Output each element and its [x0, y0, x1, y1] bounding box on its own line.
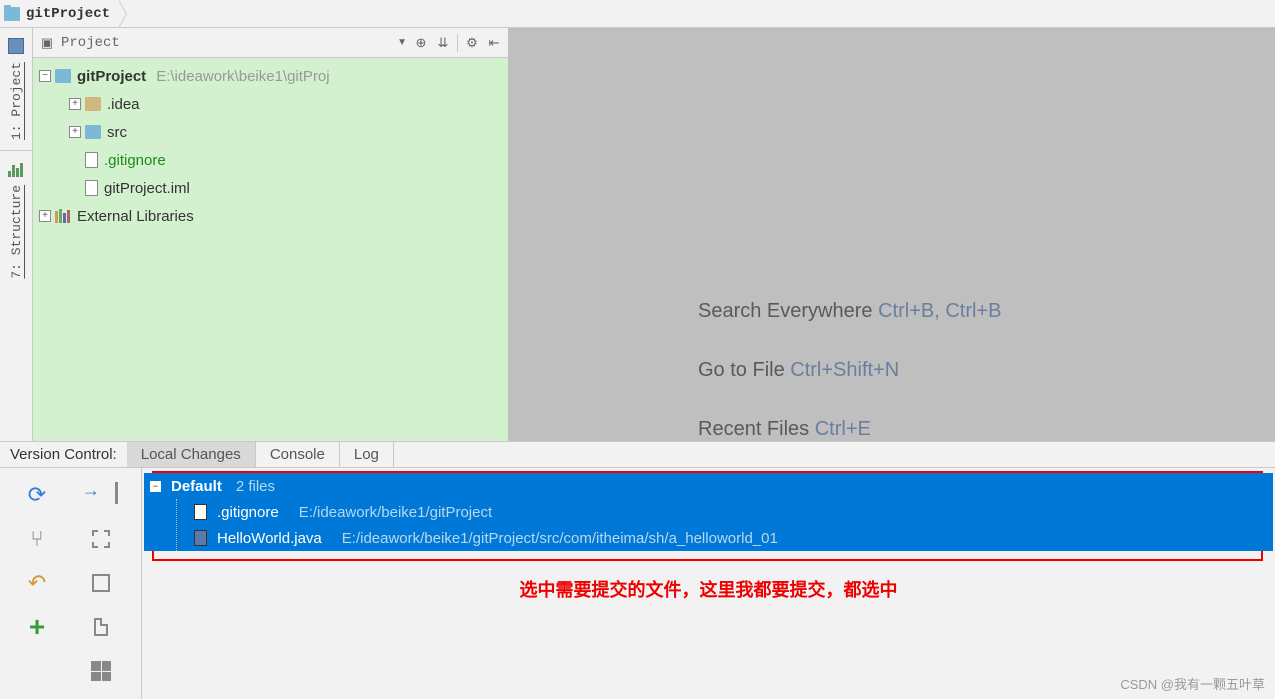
- tree-item-label: .gitignore: [104, 152, 166, 169]
- hint-recent: Recent Files Ctrl+E: [698, 418, 1275, 441]
- hint-keys: Ctrl+B, Ctrl+B: [878, 300, 1001, 322]
- changelist-file-name: HelloWorld.java: [217, 530, 322, 547]
- changelist-file-path: E:/ideawork/beike1/gitProject/src/com/it…: [342, 530, 778, 547]
- folder-icon: [4, 7, 20, 21]
- collapse-all-icon[interactable]: ⇊: [435, 35, 451, 51]
- tree-toggle-icon[interactable]: +: [69, 98, 81, 110]
- changelist-file-name: .gitignore: [217, 504, 279, 521]
- file-icon: [194, 504, 207, 520]
- changelist-name: Default: [171, 478, 222, 495]
- tree-item-label: gitProject.iml: [104, 180, 190, 197]
- tree-root-path: E:\ideawork\beike1\gitProj: [156, 68, 329, 85]
- tree-item-label: External Libraries: [77, 208, 194, 225]
- left-gutter: 1: Project 7: Structure: [0, 28, 33, 441]
- refresh-button[interactable]: ⟳: [8, 476, 66, 514]
- tree-item-iml[interactable]: gitProject.iml: [35, 174, 506, 202]
- version-control-tabs: Version Control: Local Changes Console L…: [0, 441, 1275, 468]
- group-button[interactable]: [72, 564, 130, 602]
- tree-toggle-icon[interactable]: −: [150, 481, 161, 492]
- divider: [457, 34, 458, 52]
- changelist-file-path: E:/ideawork/beike1/gitProject: [299, 504, 492, 521]
- breadcrumb: gitProject: [0, 0, 1275, 28]
- tree-item-label: src: [107, 124, 127, 141]
- hide-icon[interactable]: ⇤: [486, 35, 502, 51]
- shelve-button[interactable]: [72, 520, 130, 558]
- hint-label: Recent Files: [698, 418, 809, 440]
- vc-panel: ⟳ → ⑂ ↶ + − Default 2 files .gitignore E…: [0, 468, 1275, 699]
- gear-icon[interactable]: ⚙: [464, 35, 480, 51]
- tab-console[interactable]: Console: [256, 442, 340, 467]
- preview-button[interactable]: [72, 652, 130, 690]
- folder-icon: [55, 69, 71, 83]
- tree-toggle-icon[interactable]: −: [39, 70, 51, 82]
- java-file-icon: [194, 530, 207, 546]
- add-button[interactable]: +: [8, 608, 66, 646]
- project-view-icon: ▣: [39, 35, 55, 51]
- structure-tool-icon: [8, 161, 24, 177]
- tree-root-name: gitProject: [77, 68, 146, 85]
- hint-goto: Go to File Ctrl+Shift+N: [698, 359, 1275, 382]
- diff-button[interactable]: [72, 608, 130, 646]
- tree-item-src[interactable]: + src: [35, 118, 506, 146]
- watermark: CSDN @我有一颗五叶草: [1120, 674, 1265, 693]
- tree-guide: [176, 499, 177, 551]
- tree-root[interactable]: − gitProject E:\ideawork\beike1\gitProj: [35, 62, 506, 90]
- file-icon: [85, 180, 98, 196]
- hint-keys: Ctrl+Shift+N: [790, 359, 899, 381]
- project-tool-icon: [8, 38, 24, 54]
- project-panel: ▣ Project ▼ ⊕ ⇊ ⚙ ⇤ − gitProject E:\idea…: [33, 28, 508, 441]
- commit-button[interactable]: →: [72, 476, 130, 514]
- changes-area: − Default 2 files .gitignore E:/ideawork…: [142, 468, 1275, 699]
- changelist-count: 2 files: [236, 478, 275, 495]
- gutter-project-label: 1: Project: [9, 58, 24, 144]
- tree-item-idea[interactable]: + .idea: [35, 90, 506, 118]
- annotation-text: 选中需要提交的文件，这里我都要提交，都选中: [142, 576, 1275, 602]
- gutter-project[interactable]: 1: Project: [8, 28, 24, 150]
- hint-search: Search Everywhere Ctrl+B, Ctrl+B: [698, 300, 1275, 323]
- revert-button[interactable]: ↶: [8, 564, 66, 602]
- tree-item-label: .idea: [107, 96, 140, 113]
- tab-log[interactable]: Log: [340, 442, 394, 467]
- tree-toggle-icon[interactable]: +: [39, 210, 51, 222]
- hint-label: Search Everywhere: [698, 300, 873, 322]
- main-area: 1: Project 7: Structure ▣ Project ▼ ⊕ ⇊ …: [0, 28, 1275, 441]
- project-tree[interactable]: − gitProject E:\ideawork\beike1\gitProj …: [33, 58, 508, 234]
- vc-toolbar: ⟳ → ⑂ ↶ +: [0, 468, 142, 699]
- file-icon: [85, 152, 98, 168]
- view-dropdown-icon[interactable]: ▼: [397, 37, 407, 48]
- tree-toggle-icon[interactable]: +: [69, 126, 81, 138]
- library-icon: [55, 209, 71, 223]
- tree-external-libs[interactable]: + External Libraries: [35, 202, 506, 230]
- changelist[interactable]: − Default 2 files .gitignore E:/ideawork…: [144, 473, 1273, 551]
- gutter-structure-label: 7: Structure: [9, 181, 24, 283]
- locate-icon[interactable]: ⊕: [413, 35, 429, 51]
- tab-local-changes[interactable]: Local Changes: [127, 442, 256, 467]
- branch-button[interactable]: ⑂: [8, 520, 66, 558]
- gutter-structure[interactable]: 7: Structure: [8, 151, 24, 289]
- changelist-item[interactable]: HelloWorld.java E:/ideawork/beike1/gitPr…: [144, 525, 1273, 551]
- breadcrumb-item[interactable]: gitProject: [0, 0, 118, 27]
- hint-keys: Ctrl+E: [815, 418, 871, 440]
- folder-icon: [85, 97, 101, 111]
- hint-label: Go to File: [698, 359, 785, 381]
- folder-icon: [85, 125, 101, 139]
- changelist-header[interactable]: − Default 2 files: [144, 473, 1273, 499]
- panel-title[interactable]: Project: [61, 35, 120, 51]
- breadcrumb-label: gitProject: [26, 6, 110, 22]
- vc-label: Version Control:: [0, 442, 127, 467]
- project-panel-header: ▣ Project ▼ ⊕ ⇊ ⚙ ⇤: [33, 28, 508, 58]
- tree-item-gitignore[interactable]: .gitignore: [35, 146, 506, 174]
- changelist-item[interactable]: .gitignore E:/ideawork/beike1/gitProject: [144, 499, 1273, 525]
- editor-empty-hints: Search Everywhere Ctrl+B, Ctrl+B Go to F…: [508, 28, 1275, 441]
